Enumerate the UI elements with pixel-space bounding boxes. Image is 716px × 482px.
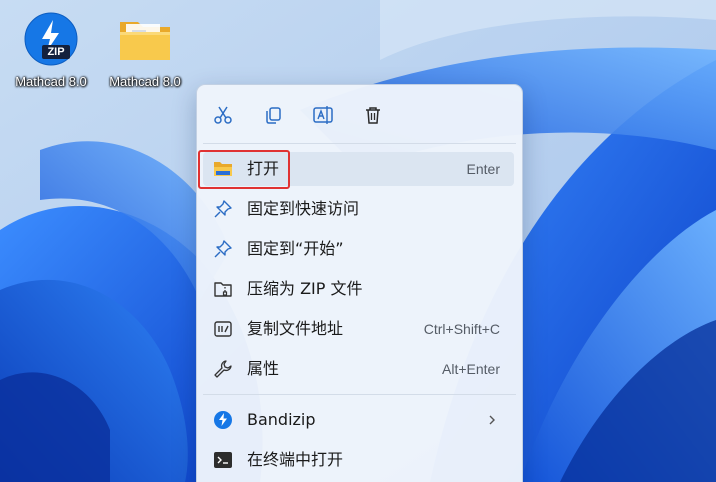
wrench-icon — [213, 359, 233, 379]
menu-item-shortcut: Enter — [466, 161, 500, 177]
highlight-annotation-box — [198, 150, 290, 189]
desktop: ZIP Mathcad 8.0 Mathcad 8.0 打开 Enter 固定到… — [0, 0, 716, 482]
zip-icon: ZIP — [22, 10, 80, 68]
desktop-icon-label: Mathcad 8.0 — [15, 74, 87, 89]
context-menu-toolbar — [197, 85, 522, 143]
rename-icon — [313, 106, 333, 124]
menu-item-copy-path[interactable]: 复制文件地址 Ctrl+Shift+C — [203, 312, 514, 346]
menu-item-shortcut: Alt+Enter — [442, 361, 500, 377]
rename-button[interactable] — [308, 101, 338, 129]
desktop-icon-label: Mathcad 8.0 — [109, 74, 181, 89]
menu-separator — [203, 143, 516, 144]
menu-item-label: 固定到快速访问 — [247, 199, 360, 218]
menu-item-label: 属性 — [247, 359, 280, 378]
trash-icon — [366, 107, 380, 124]
zip-archive-icon — [213, 279, 233, 299]
menu-item-pin-quick-access[interactable]: 固定到快速访问 — [203, 192, 514, 226]
scissors-icon — [214, 106, 232, 124]
delete-button[interactable] — [358, 101, 388, 129]
copy-button[interactable] — [258, 101, 288, 129]
menu-item-bandizip[interactable]: Bandizip — [203, 403, 514, 437]
pin-start-icon — [213, 239, 233, 259]
menu-item-pin-start[interactable]: 固定到“开始” — [203, 232, 514, 266]
pin-icon — [213, 199, 233, 219]
menu-item-label: 复制文件地址 — [247, 319, 344, 338]
desktop-icon-zip[interactable]: ZIP Mathcad 8.0 — [4, 10, 98, 89]
copy-path-icon — [213, 319, 233, 339]
menu-item-label: Bandizip — [247, 410, 316, 429]
menu-item-compress-zip[interactable]: 压缩为 ZIP 文件 — [203, 272, 514, 306]
menu-item-shortcut: Ctrl+Shift+C — [423, 321, 500, 337]
menu-item-open-terminal[interactable]: 在终端中打开 — [203, 443, 514, 477]
cut-button[interactable] — [208, 101, 238, 129]
copy-icon — [266, 107, 281, 124]
terminal-icon — [213, 450, 233, 470]
menu-item-label: 固定到“开始” — [247, 239, 344, 258]
folder-icon — [116, 10, 174, 68]
context-menu: 打开 Enter 固定到快速访问 固定到“开始” 压缩为 ZIP 文件 复制文件… — [196, 84, 523, 482]
bandizip-icon — [213, 410, 233, 430]
desktop-icon-folder[interactable]: Mathcad 8.0 — [98, 10, 192, 89]
menu-item-label: 在终端中打开 — [247, 450, 344, 469]
menu-item-properties[interactable]: 属性 Alt+Enter — [203, 352, 514, 386]
chevron-right-icon — [489, 415, 495, 425]
menu-item-label: 压缩为 ZIP 文件 — [247, 279, 363, 298]
menu-separator — [203, 394, 516, 395]
zip-badge-text: ZIP — [47, 46, 65, 58]
